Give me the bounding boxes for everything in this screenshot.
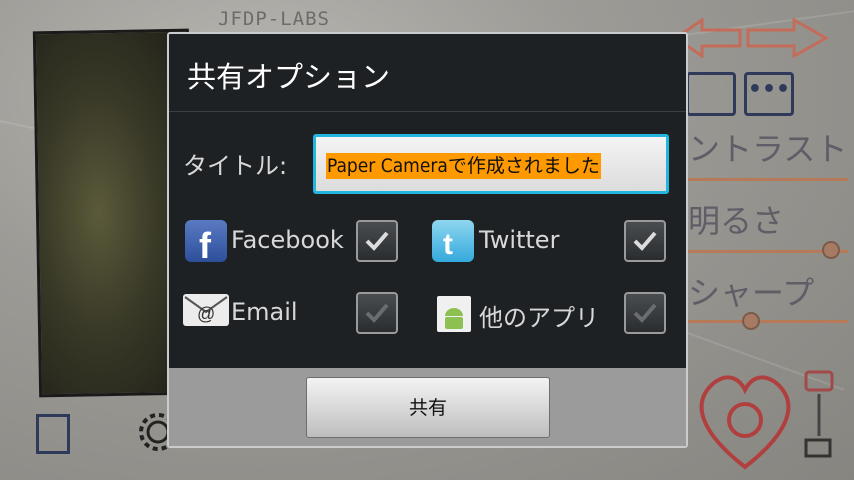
android-app-icon xyxy=(437,296,471,332)
email-icon: @ xyxy=(183,294,229,326)
svg-text:f: f xyxy=(199,225,212,262)
twitter-icon: t xyxy=(432,220,474,262)
checkmark-icon xyxy=(365,303,389,323)
title-divider xyxy=(169,111,686,112)
other-apps-label: 他のアプリ xyxy=(479,304,599,332)
sharpness-label: シャープ xyxy=(688,274,815,312)
checkmark-icon xyxy=(633,303,657,323)
gallery-list-icon[interactable] xyxy=(36,414,70,454)
email-checkbox[interactable] xyxy=(356,292,398,334)
sharpness-slider[interactable] xyxy=(688,320,848,323)
facebook-label: Facebook xyxy=(231,226,344,254)
sharpness-slider-knob[interactable] xyxy=(742,312,760,330)
share-button[interactable]: 共有 xyxy=(306,377,550,438)
facebook-checkbox[interactable] xyxy=(356,220,398,262)
svg-text:t: t xyxy=(443,228,453,261)
email-label: Email xyxy=(231,298,298,326)
camera-video-toggle-icon[interactable] xyxy=(800,370,840,466)
more-options-button[interactable]: ••• xyxy=(744,72,794,116)
brightness-slider-knob[interactable] xyxy=(822,241,840,259)
dialog-title: 共有オプション xyxy=(187,60,391,94)
other-apps-checkbox[interactable] xyxy=(624,292,666,334)
shutter-heart-icon[interactable] xyxy=(690,372,800,476)
contrast-slider[interactable] xyxy=(688,178,848,181)
twitter-label: Twitter xyxy=(479,226,560,254)
title-field-label: タイトル: xyxy=(183,152,288,180)
camera-mode-button[interactable] xyxy=(686,72,736,116)
contrast-label: ントラスト xyxy=(688,130,848,168)
checkmark-icon xyxy=(633,231,657,251)
title-input[interactable]: Paper Cameraで作成されました xyxy=(313,134,669,194)
redo-arrow-icon[interactable] xyxy=(746,17,830,59)
share-options-dialog: 共有オプション タイトル: Paper Cameraで作成されました f Fac… xyxy=(167,32,688,448)
svg-text:@: @ xyxy=(197,304,215,324)
checkmark-icon xyxy=(365,231,389,251)
app-logo: JFDP-LABS xyxy=(218,8,330,30)
twitter-checkbox[interactable] xyxy=(624,220,666,262)
facebook-icon: f xyxy=(185,220,227,266)
dialog-footer: 共有 xyxy=(169,368,686,446)
title-input-value: Paper Cameraで作成されました xyxy=(326,153,601,179)
brightness-label: 明るさ xyxy=(688,202,785,240)
